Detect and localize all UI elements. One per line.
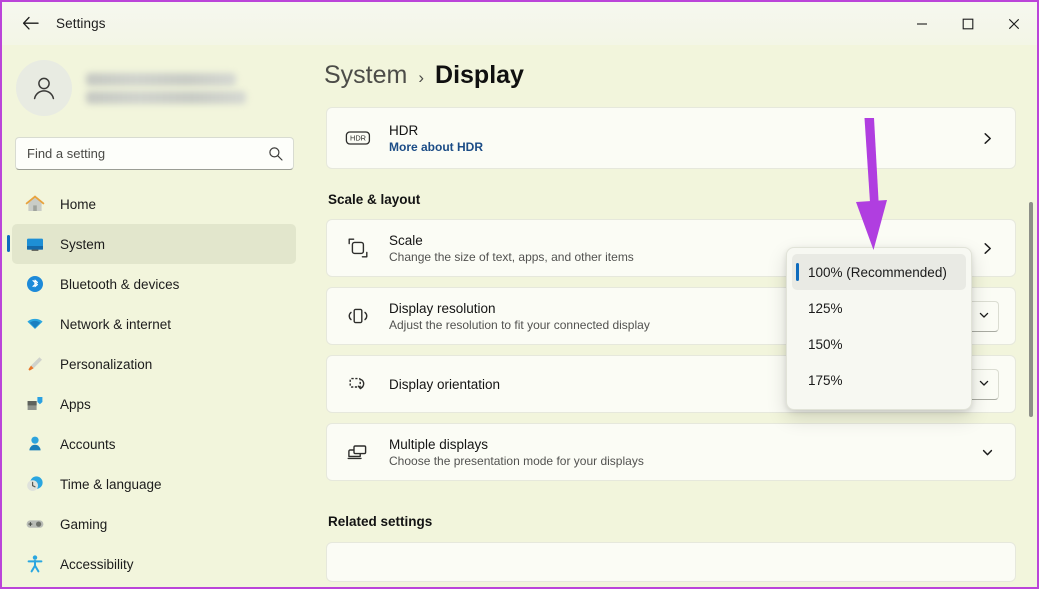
- scale-option-150[interactable]: 150%: [792, 326, 966, 362]
- hdr-learn-more-link[interactable]: More about HDR: [389, 140, 965, 154]
- search-placeholder: Find a setting: [27, 146, 268, 161]
- scale-option-label: 175%: [808, 373, 843, 388]
- person-icon: [29, 73, 59, 103]
- scale-option-100[interactable]: 100% (Recommended): [792, 254, 966, 290]
- sidebar-item-label: Accessibility: [60, 557, 134, 572]
- maximize-icon: [962, 18, 974, 30]
- blurred-email-line: [86, 91, 246, 104]
- search-input[interactable]: Find a setting: [15, 137, 294, 170]
- multiple-displays-card-text: Multiple displays Choose the presentatio…: [389, 437, 965, 468]
- sidebar-item-label: Apps: [60, 397, 91, 412]
- rotate-icon: [344, 373, 372, 395]
- sidebar-item-label: Accounts: [60, 437, 116, 452]
- scale-option-label: 125%: [808, 301, 843, 316]
- sidebar: Find a setting Home: [2, 45, 307, 589]
- window-title: Settings: [56, 16, 106, 31]
- sidebar-item-label: Personalization: [60, 357, 152, 372]
- page-title: Display: [435, 61, 524, 90]
- account-profile[interactable]: [16, 60, 307, 116]
- back-arrow-icon: [22, 16, 39, 31]
- system-icon: [24, 233, 46, 255]
- multiple-displays-card[interactable]: Multiple displays Choose the presentatio…: [326, 423, 1016, 481]
- sidebar-item-bluetooth-devices[interactable]: Bluetooth & devices: [12, 264, 296, 304]
- brush-icon: [24, 353, 46, 375]
- sidebar-item-system[interactable]: System: [12, 224, 296, 264]
- svg-text:HDR: HDR: [350, 134, 366, 143]
- scale-option-label: 150%: [808, 337, 843, 352]
- multiple-displays-title: Multiple displays: [389, 437, 965, 452]
- sidebar-item-label: Network & internet: [60, 317, 171, 332]
- sidebar-item-label: Time & language: [60, 477, 162, 492]
- settings-window: Settings: [0, 0, 1039, 589]
- title-bar: Settings: [2, 2, 1037, 45]
- sidebar-item-gaming[interactable]: Gaming: [12, 504, 296, 544]
- breadcrumb: System › Display: [324, 61, 1037, 90]
- search-icon[interactable]: [268, 146, 283, 161]
- chevron-right-icon[interactable]: [975, 126, 999, 150]
- sidebar-item-personalization[interactable]: Personalization: [12, 344, 296, 384]
- multiple-displays-icon: [344, 441, 372, 463]
- multiple-displays-subtitle: Choose the presentation mode for your di…: [389, 454, 965, 468]
- scale-dropdown-flyout: 100% (Recommended) 125% 150% 175%: [786, 247, 972, 410]
- blurred-name-line: [86, 73, 236, 86]
- avatar: [16, 60, 72, 116]
- gamepad-icon: [24, 513, 46, 535]
- minimize-icon: [916, 18, 928, 30]
- scale-option-175[interactable]: 175%: [792, 362, 966, 398]
- sidebar-item-network-internet[interactable]: Network & internet: [12, 304, 296, 344]
- section-heading-related-settings: Related settings: [328, 514, 1037, 529]
- chevron-right-icon[interactable]: [975, 236, 999, 260]
- section-heading-scale-layout: Scale & layout: [328, 192, 1037, 207]
- scale-icon: [344, 237, 372, 259]
- apps-icon: [24, 393, 46, 415]
- accessibility-icon: [24, 553, 46, 575]
- window-controls: [899, 2, 1037, 45]
- clock-icon: [24, 473, 46, 495]
- selection-indicator: [7, 235, 10, 252]
- sidebar-item-apps[interactable]: Apps: [12, 384, 296, 424]
- breadcrumb-parent[interactable]: System: [324, 61, 407, 90]
- scale-option-label: 100% (Recommended): [808, 265, 947, 280]
- chevron-down-icon: [978, 309, 990, 324]
- resolution-icon: [344, 305, 372, 327]
- scale-title: Scale: [389, 233, 965, 248]
- breadcrumb-separator-icon: ›: [418, 68, 424, 88]
- close-icon: [1008, 18, 1020, 30]
- vertical-scrollbar-thumb[interactable]: [1029, 202, 1033, 417]
- hdr-card-text: HDR More about HDR: [389, 123, 965, 154]
- accounts-icon: [24, 433, 46, 455]
- chevron-down-icon: [978, 377, 990, 392]
- selection-indicator: [796, 263, 799, 281]
- hdr-card[interactable]: HDR HDR More about HDR: [326, 107, 1016, 169]
- sidebar-item-accessibility[interactable]: Accessibility: [12, 544, 296, 584]
- hdr-title: HDR: [389, 123, 965, 138]
- maximize-button[interactable]: [945, 2, 991, 45]
- sidebar-nav: Home System: [2, 184, 307, 584]
- sidebar-item-label: Home: [60, 197, 96, 212]
- related-settings-card-partial[interactable]: [326, 542, 1016, 582]
- network-icon: [24, 313, 46, 335]
- sidebar-item-label: Gaming: [60, 517, 107, 532]
- home-icon: [24, 193, 46, 215]
- chevron-down-icon[interactable]: [975, 440, 999, 464]
- bluetooth-icon: [24, 273, 46, 295]
- hdr-icon: HDR: [344, 128, 372, 148]
- back-button[interactable]: [10, 8, 50, 40]
- account-name-blurred: [86, 73, 246, 104]
- sidebar-item-label: System: [60, 237, 105, 252]
- sidebar-item-home[interactable]: Home: [12, 184, 296, 224]
- sidebar-item-label: Bluetooth & devices: [60, 277, 179, 292]
- close-button[interactable]: [991, 2, 1037, 45]
- scale-option-125[interactable]: 125%: [792, 290, 966, 326]
- sidebar-item-accounts[interactable]: Accounts: [12, 424, 296, 464]
- minimize-button[interactable]: [899, 2, 945, 45]
- sidebar-item-time-language[interactable]: Time & language: [12, 464, 296, 504]
